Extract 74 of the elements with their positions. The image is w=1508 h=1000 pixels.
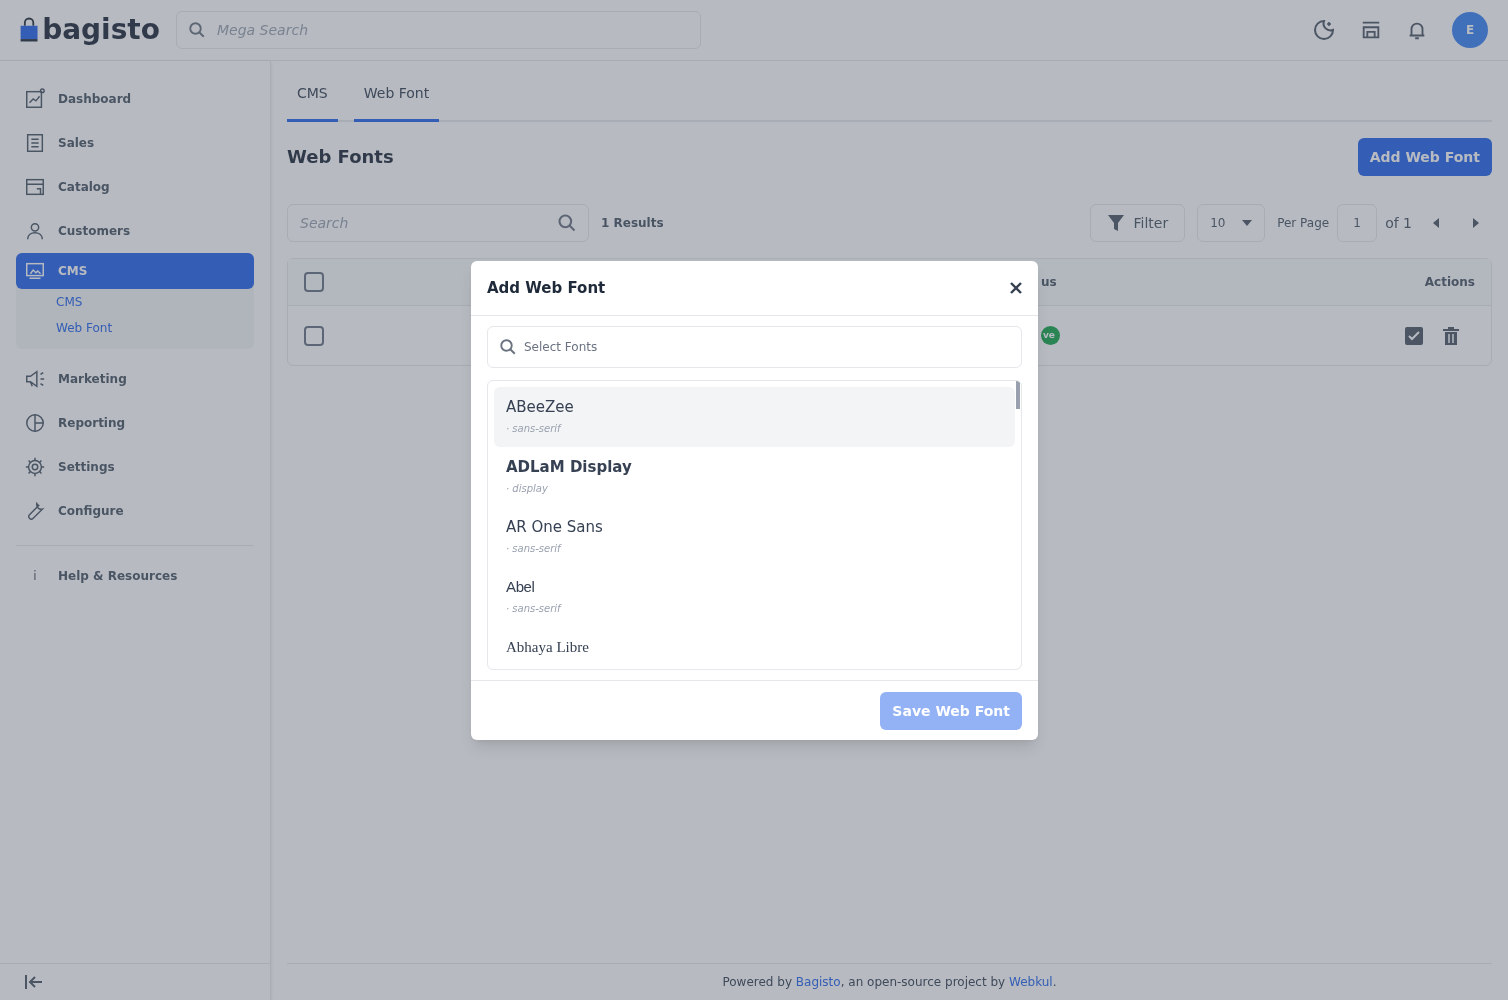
search-icon: [188, 21, 206, 39]
filter-button[interactable]: Filter: [1090, 204, 1186, 242]
filter-icon: [1107, 214, 1126, 232]
add-web-font-button[interactable]: Add Web Font: [1357, 138, 1492, 176]
results-count: 1 Results: [601, 215, 664, 231]
font-option[interactable]: ADLaM Display · display: [494, 447, 1015, 507]
help-link[interactable]: Help & Resources: [58, 568, 178, 584]
font-option[interactable]: AR One Sans · sans-serif: [494, 507, 1015, 567]
sidebar-item[interactable]: Configure: [16, 493, 254, 529]
font-option[interactable]: Abel · sans-serif: [494, 567, 1015, 627]
submenu-item[interactable]: Web Font: [16, 315, 254, 341]
chart-icon: [24, 88, 46, 110]
page-field[interactable]: 1: [1337, 204, 1378, 242]
font-name: ADLaM Display: [506, 457, 632, 477]
sidebar-item[interactable]: Sales: [16, 125, 254, 161]
next-page-icon[interactable]: [1472, 218, 1480, 228]
page-title: Web Fonts: [287, 145, 394, 169]
font-option[interactable]: ABeeZee · sans-serif: [494, 387, 1015, 447]
scrollbar[interactable]: [1016, 381, 1020, 409]
sidebar-item[interactable]: CMS: [16, 253, 254, 289]
info-icon: i: [24, 568, 46, 584]
search-icon: [557, 213, 577, 233]
dialog-title: Add Web Font: [487, 277, 606, 299]
font-option[interactable]: Abhaya Libre: [494, 627, 1015, 669]
tab[interactable]: Web Font: [353, 83, 440, 122]
footer-link[interactable]: Webkul: [1009, 975, 1053, 989]
tab[interactable]: CMS: [287, 83, 338, 122]
search-field[interactable]: Select Fonts: [487, 326, 1022, 368]
font-category: · sans-serif: [506, 422, 561, 436]
moon-icon[interactable]: [1312, 18, 1336, 42]
column-header: us: [1041, 274, 1057, 290]
footer-text: Powered by Bagisto, an open-source project by Webkul.: [722, 974, 1057, 990]
submenu-item[interactable]: CMS: [16, 289, 254, 315]
pie-chart-icon: [24, 412, 46, 434]
per-page-dropdown[interactable]: 10: [1197, 204, 1266, 242]
sidebar-item[interactable]: Catalog: [16, 169, 254, 205]
logo-text: bagisto: [42, 16, 160, 44]
font-category: · display: [506, 482, 548, 496]
caret-icon: [1242, 220, 1253, 226]
sidebar-item[interactable]: Settings: [16, 449, 254, 485]
search-field[interactable]: Mega Search: [176, 11, 701, 49]
trash-icon[interactable]: [1443, 326, 1459, 345]
column-header: Actions: [1424, 274, 1475, 290]
font-category: · sans-serif: [506, 542, 561, 556]
sidebar-item[interactable]: Dashboard: [16, 81, 254, 117]
megaphone-icon: [24, 368, 46, 390]
font-category: · sans-serif: [506, 602, 561, 616]
search-icon: [499, 338, 517, 356]
checkbox[interactable]: [304, 272, 324, 292]
previous-page-icon[interactable]: [1432, 218, 1440, 228]
check-square-icon[interactable]: [1405, 326, 1423, 345]
font-name: Abhaya Libre: [506, 638, 589, 657]
close-icon[interactable]: [1010, 282, 1022, 294]
save-web-font-button[interactable]: Save Web Font: [880, 691, 1022, 730]
sidebar-item[interactable]: Customers: [16, 213, 254, 249]
store-icon[interactable]: [1360, 19, 1382, 41]
monitor-icon: [24, 260, 46, 282]
checkbox[interactable]: [304, 325, 324, 346]
page-total: of 1: [1385, 214, 1412, 233]
search-field[interactable]: Search: [287, 204, 589, 242]
font-name: ABeeZee: [506, 397, 574, 417]
per-page-label: Per Page: [1277, 215, 1330, 231]
sidebar-item[interactable]: Reporting: [16, 405, 254, 441]
collapse-icon[interactable]: [24, 974, 44, 990]
window-icon: [24, 176, 46, 198]
user-avatar[interactable]: E: [1452, 12, 1488, 48]
font-name: Abel: [506, 577, 535, 597]
font-name: AR One Sans: [506, 517, 603, 537]
user-icon: [24, 220, 46, 242]
gear-icon: [24, 456, 46, 478]
receipt-icon: [24, 132, 46, 154]
footer-link[interactable]: Bagisto: [795, 975, 841, 989]
status-badge: ve: [1041, 325, 1060, 346]
sidebar-item[interactable]: Marketing: [16, 361, 254, 397]
